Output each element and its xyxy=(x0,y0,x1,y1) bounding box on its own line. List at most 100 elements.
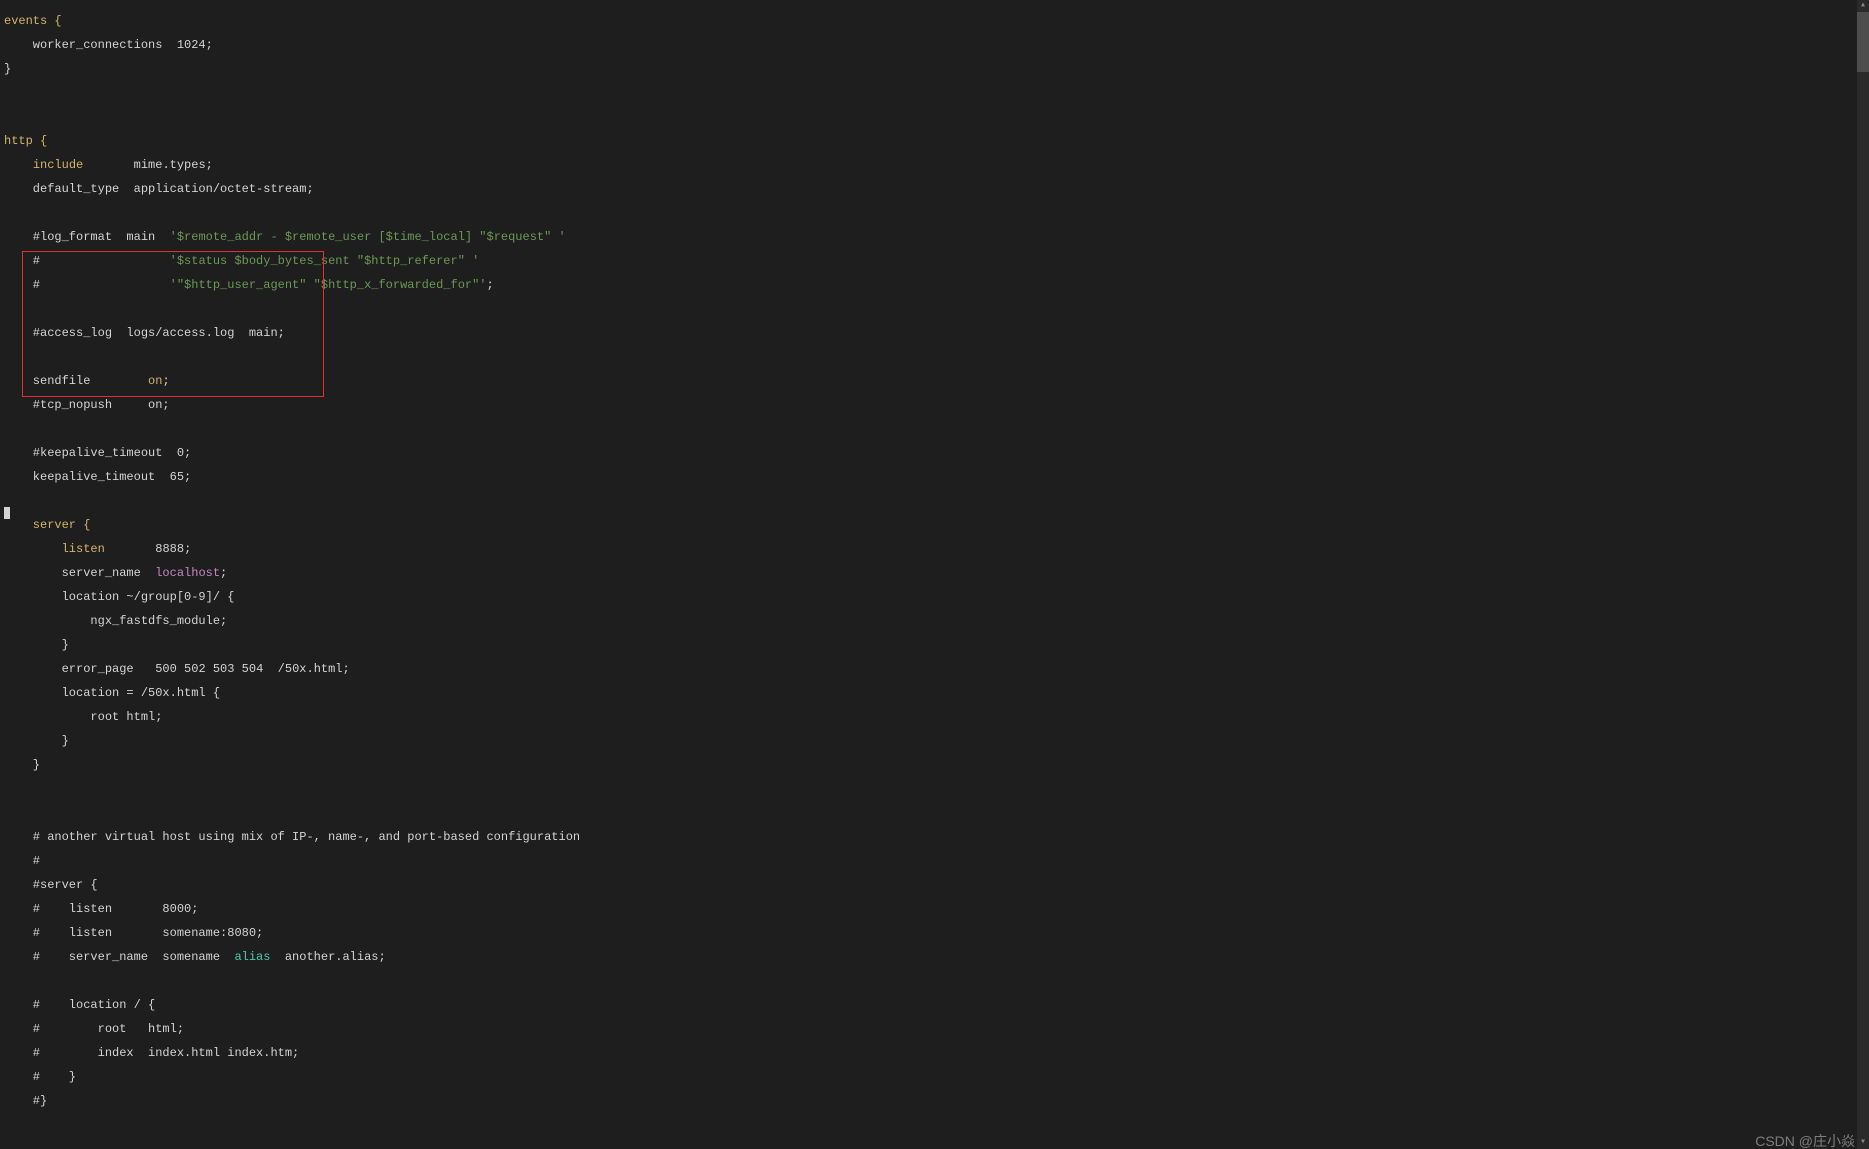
code-text xyxy=(4,542,62,556)
code-line xyxy=(4,351,1853,363)
code-line: location ~/group[0-9]/ { xyxy=(4,591,1853,603)
code-text: 504 xyxy=(242,662,264,676)
code-line xyxy=(4,87,1853,99)
code-text: another.alias; xyxy=(270,950,385,964)
code-text: # } xyxy=(4,1070,76,1084)
code-text xyxy=(177,662,184,676)
code-line: #tcp_nopush on; xyxy=(4,399,1853,411)
code-line: } xyxy=(4,759,1853,771)
code-text: ngx_fastdfs_module; xyxy=(4,614,227,628)
code-text: # xyxy=(4,854,40,868)
code-text: #keepalive_timeout 0; xyxy=(4,446,191,460)
code-text: } xyxy=(4,62,11,76)
code-text: listen xyxy=(62,542,105,556)
code-line: #server { xyxy=(4,879,1853,891)
code-line: worker_connections 1024; xyxy=(4,39,1853,51)
code-line: } xyxy=(4,63,1853,75)
code-text xyxy=(234,662,241,676)
code-line: # listen somename:8080; xyxy=(4,927,1853,939)
code-line: sendfile on; xyxy=(4,375,1853,387)
scroll-up-arrow-icon[interactable]: ▴ xyxy=(1857,0,1869,12)
code-text: # listen somename:8080; xyxy=(4,926,263,940)
code-line xyxy=(4,1143,1853,1149)
code-text: error_page xyxy=(4,662,155,676)
code-line: location = /50x.html { xyxy=(4,687,1853,699)
code-text: ; xyxy=(184,470,191,484)
code-text: 65 xyxy=(170,470,184,484)
watermark: CSDN @庄小焱 xyxy=(1755,1135,1855,1147)
code-text: 503 xyxy=(213,662,235,676)
code-text: #server { xyxy=(4,878,98,892)
code-text: keepalive_timeout xyxy=(4,470,170,484)
code-line: error_page 500 502 503 504 /50x.html; xyxy=(4,663,1853,675)
code-line xyxy=(4,111,1853,123)
code-text: #log_format main xyxy=(4,230,170,244)
code-text: 502 xyxy=(184,662,206,676)
code-text: #} xyxy=(4,1094,47,1108)
code-text: ; xyxy=(220,566,227,580)
code-line: default_type application/octet-stream; xyxy=(4,183,1853,195)
code-text: # index index.html index.htm; xyxy=(4,1046,299,1060)
code-line: ngx_fastdfs_module; xyxy=(4,615,1853,627)
code-text: 1024 xyxy=(177,38,206,52)
code-text: sendfile xyxy=(4,374,148,388)
code-line: # root html; xyxy=(4,1023,1853,1035)
code-line: # index index.html index.htm; xyxy=(4,1047,1853,1059)
code-text: 500 xyxy=(155,662,177,676)
code-line xyxy=(4,1119,1853,1131)
code-line: #log_format main '$remote_addr - $remote… xyxy=(4,231,1853,243)
code-text: # xyxy=(4,254,170,268)
code-line xyxy=(4,807,1853,819)
code-line xyxy=(4,495,1853,507)
code-text: ; xyxy=(184,542,191,556)
code-text: include xyxy=(33,158,83,172)
code-text: '$status $body_bytes_sent "$http_referer… xyxy=(170,254,480,268)
code-line: server { xyxy=(4,519,1853,531)
code-text: 8888 xyxy=(155,542,184,556)
code-line: root html; xyxy=(4,711,1853,723)
code-text: default_type application/octet-stream; xyxy=(4,182,314,196)
code-line: # another virtual host using mix of IP-,… xyxy=(4,831,1853,843)
code-text: server { xyxy=(4,518,90,532)
code-text xyxy=(105,542,155,556)
code-line: # } xyxy=(4,1071,1853,1083)
code-line xyxy=(4,303,1853,315)
code-text: alias xyxy=(234,950,270,964)
code-line: #keepalive_timeout 0; xyxy=(4,447,1853,459)
code-text: ; xyxy=(206,38,213,52)
code-text: location = /50x.html { xyxy=(4,686,220,700)
code-text: # listen 8000; xyxy=(4,902,198,916)
code-editor[interactable]: events { worker_connections 1024; } http… xyxy=(0,0,1857,1149)
code-line: # server_name somename alias another.ali… xyxy=(4,951,1853,963)
code-text: } xyxy=(4,734,69,748)
code-text: } xyxy=(4,758,40,772)
scroll-down-arrow-icon[interactable]: ▾ xyxy=(1857,1137,1869,1149)
code-text: #access_log logs/access.log main; xyxy=(4,326,285,340)
scrollbar-thumb[interactable] xyxy=(1857,12,1869,72)
code-text: events { xyxy=(4,14,62,28)
code-line: # '$status $body_bytes_sent "$http_refer… xyxy=(4,255,1853,267)
code-text: '"$http_user_agent" "$http_x_forwarded_f… xyxy=(170,278,487,292)
code-text: # root html; xyxy=(4,1022,184,1036)
code-text: root html; xyxy=(4,710,162,724)
code-text: } xyxy=(4,638,69,652)
code-line: # listen 8000; xyxy=(4,903,1853,915)
code-line xyxy=(4,783,1853,795)
code-text: worker_connections xyxy=(4,38,177,52)
code-text: location ~/group[0-9]/ { xyxy=(4,590,234,604)
code-line xyxy=(4,423,1853,435)
text-cursor xyxy=(4,507,10,519)
code-text: #tcp_nopush on; xyxy=(4,398,170,412)
code-text: ; xyxy=(162,374,169,388)
code-line: #access_log logs/access.log main; xyxy=(4,327,1853,339)
code-text xyxy=(4,158,33,172)
vertical-scrollbar[interactable]: ▴ ▾ xyxy=(1857,0,1869,1149)
code-text: http { xyxy=(4,134,47,148)
code-text: # location / { xyxy=(4,998,155,1012)
code-line: # location / { xyxy=(4,999,1853,1011)
code-line: } xyxy=(4,735,1853,747)
code-text: on xyxy=(148,374,162,388)
code-text: '$remote_addr - $remote_user [$time_loca… xyxy=(170,230,566,244)
code-line: include mime.types; xyxy=(4,159,1853,171)
code-text xyxy=(206,662,213,676)
